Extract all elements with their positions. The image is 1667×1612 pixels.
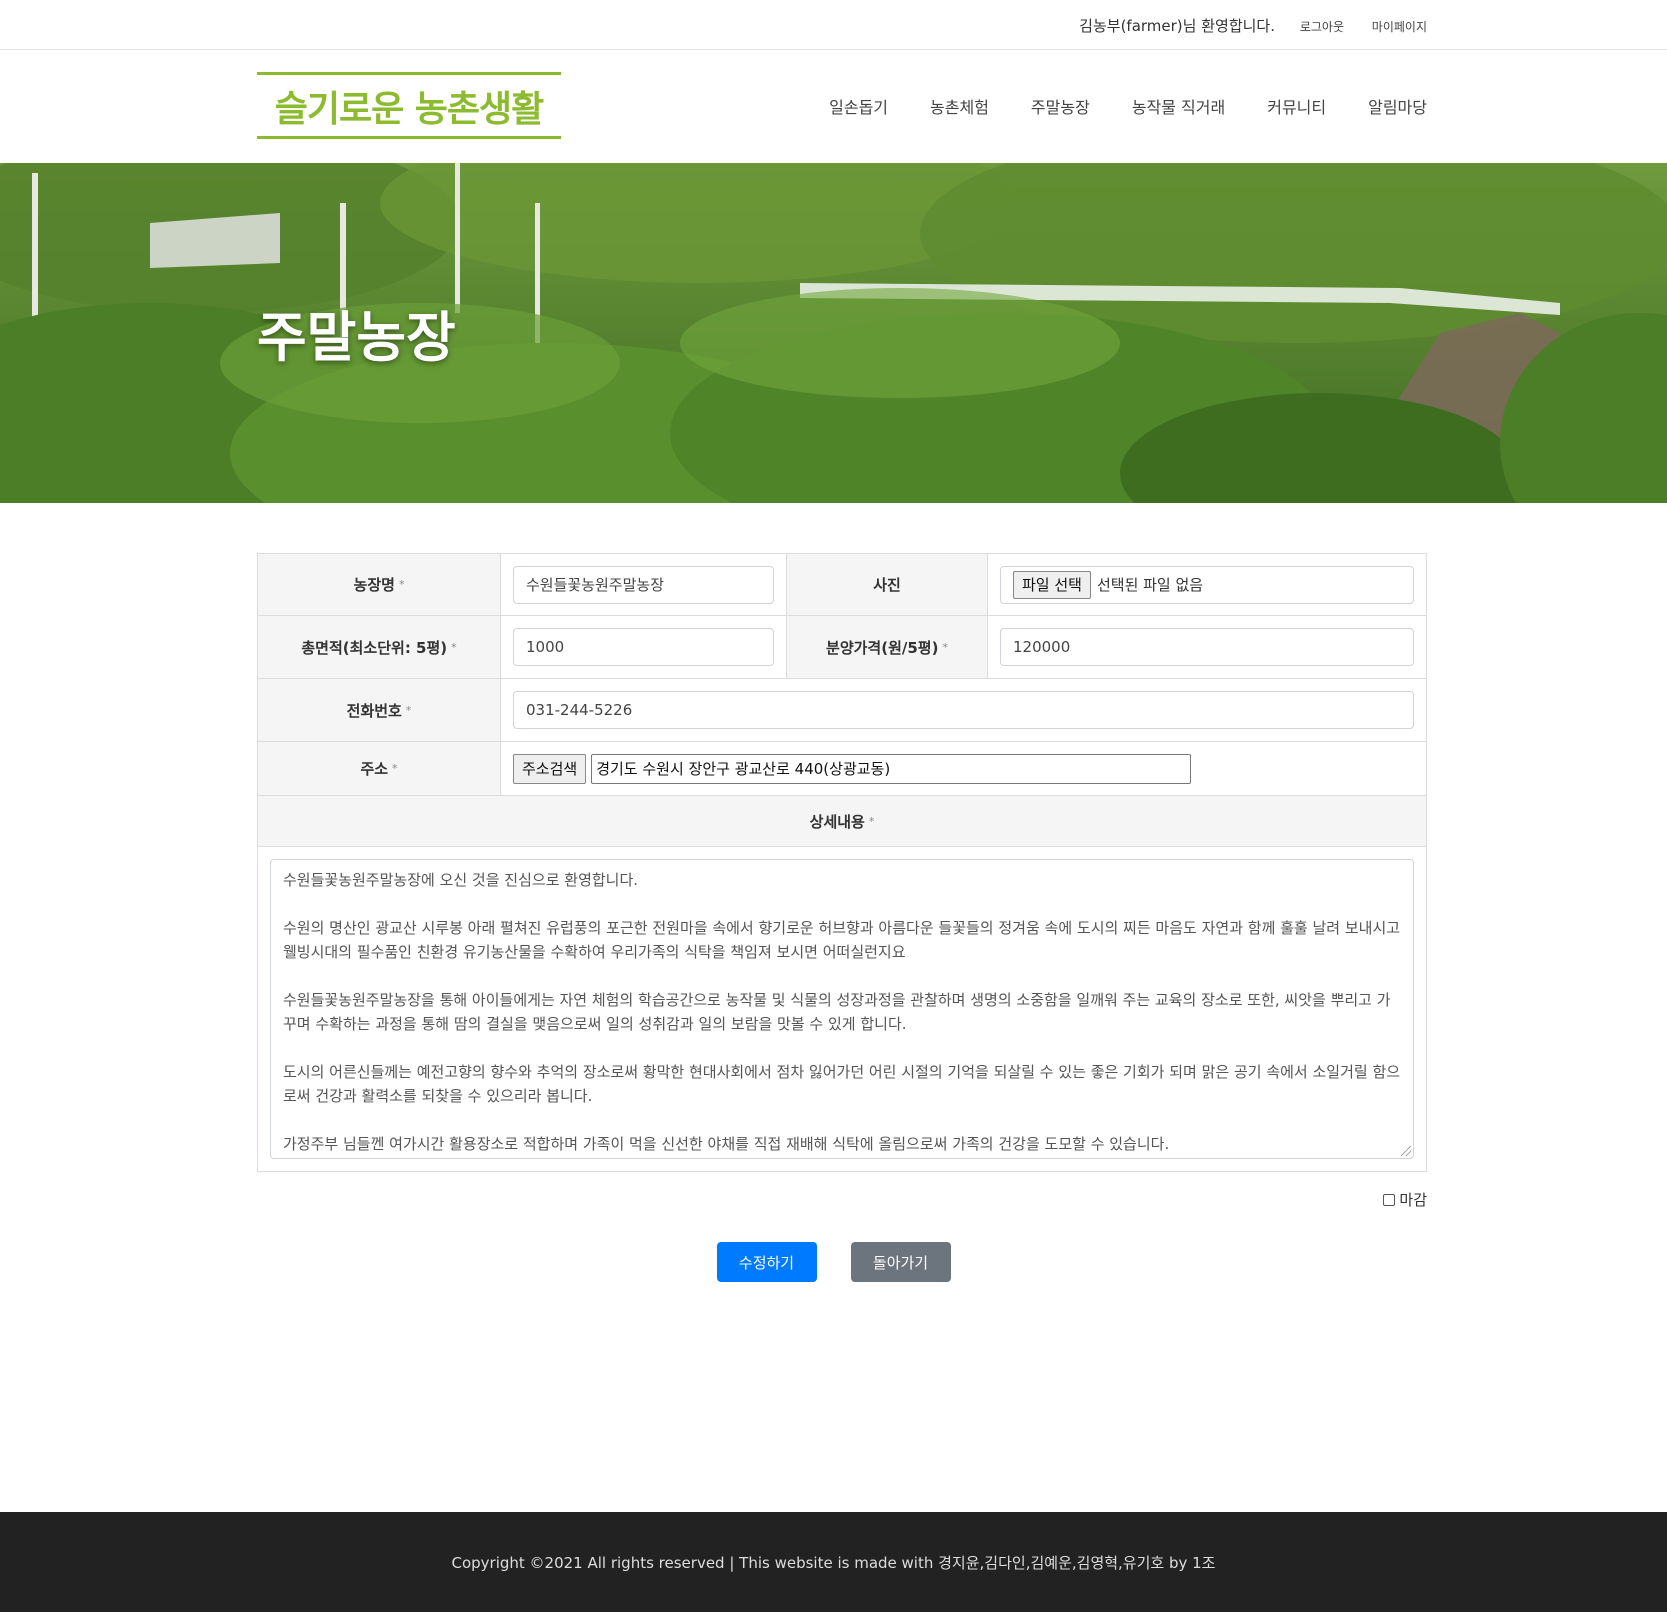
phone-cell: 031-244-5226 [501, 679, 1426, 741]
submit-button[interactable]: 수정하기 [716, 1242, 817, 1282]
logout-link[interactable]: 로그아웃 [1300, 18, 1344, 35]
area-label: 총면적(최소단위: 5평) * [258, 616, 501, 678]
back-button[interactable]: 돌아가기 [850, 1242, 951, 1282]
site-logo[interactable]: 슬기로운 농촌생활 [257, 72, 561, 139]
price-cell: 120000 [988, 616, 1426, 678]
photo-file-input: 파일 선택 선택된 파일 없음 [1000, 565, 1414, 604]
price-input[interactable]: 120000 [1000, 628, 1414, 666]
mypage-link[interactable]: 마이페이지 [1372, 18, 1427, 35]
form-row-name-photo: 농장명 * 수원들꽃농원주말농장 사진 파일 선택 선택된 파일 없음 [258, 554, 1426, 616]
form-row-detail-head: 상세내용 * [258, 796, 1426, 847]
area-input[interactable]: 1000 [513, 628, 774, 666]
required-mark: * [451, 640, 457, 654]
nav-item-experience[interactable]: 농촌체험 [930, 94, 989, 118]
footer-copyright: Copyright ©2021 All rights reserved | Th… [451, 1553, 1216, 1572]
form-row-area-price: 총면적(최소단위: 5평) * 1000 분양가격(원/5평) * 120000 [258, 616, 1426, 679]
photo-label: 사진 [787, 554, 988, 615]
required-mark: * [398, 578, 405, 591]
required-mark: * [392, 762, 398, 775]
required-mark: * [868, 814, 875, 828]
nav-item-community[interactable]: 커뮤니티 [1267, 94, 1326, 118]
required-mark: * [405, 703, 412, 717]
closing-label: 마감 [1399, 1191, 1427, 1209]
hero-farm-image [0, 163, 1667, 503]
main-navigation: 일손돕기 농촌체험 주말농장 농작물 직거래 커뮤니티 알림마당 [829, 94, 1427, 118]
area-cell: 1000 [501, 616, 787, 678]
hero-banner: 주말농장 [0, 163, 1667, 503]
nav-item-weekend-farm[interactable]: 주말농장 [1031, 94, 1090, 118]
address-search-button[interactable]: 주소검색 [513, 753, 587, 784]
phone-input[interactable]: 031-244-5226 [513, 691, 1414, 729]
nav-item-help[interactable]: 일손돕기 [829, 94, 888, 118]
phone-label-text: 전화번호 [346, 701, 402, 720]
file-select-button[interactable]: 파일 선택 [1013, 570, 1091, 599]
resize-grip-icon[interactable] [1401, 1146, 1411, 1156]
closing-checkbox-group[interactable]: 마감 [1383, 1189, 1427, 1210]
detail-paragraph: 수원들꽃농원주말농장에 오신 것을 진심으로 환영합니다. [283, 871, 639, 889]
nav-item-direct-trade[interactable]: 농작물 직거래 [1132, 94, 1225, 118]
farm-name-input[interactable]: 수원들꽃농원주말농장 [513, 565, 774, 604]
top-utility-bar: 김농부(farmer)님 환영합니다. 로그아웃 마이페이지 [0, 0, 1667, 50]
required-mark: * [942, 640, 948, 654]
address-label: 주소 * [258, 742, 501, 795]
closing-checkbox[interactable] [1383, 1193, 1396, 1206]
farm-name-label: 농장명 * [258, 554, 501, 615]
site-footer: Copyright ©2021 All rights reserved | Th… [0, 1512, 1667, 1612]
detail-label-text: 상세내용 [809, 812, 865, 831]
form-actions: 수정하기 돌아가기 [0, 1242, 1667, 1282]
phone-label: 전화번호 * [258, 679, 501, 741]
form-row-address: 주소 * 주소검색 경기도 수원시 장안구 광교산로 440(상광교동) [258, 742, 1426, 796]
address-input[interactable]: 경기도 수원시 장안구 광교산로 440(상광교동) [591, 753, 1192, 784]
nav-item-notice[interactable]: 알림마당 [1368, 94, 1427, 118]
detail-paragraph: 도시의 어른신들께는 예전고향의 향수와 추억의 장소로써 황막한 현대사회에서… [283, 1063, 1401, 1105]
detail-paragraph: 가정주부 님들껜 여가시간 활용장소로 적합하며 가족이 먹을 신선한 야채를 … [283, 1135, 1170, 1153]
logo-text: 슬기로운 농촌생활 [274, 88, 544, 130]
address-cell: 주소검색 경기도 수원시 장안구 광교산로 440(상광교동) [501, 742, 1426, 795]
farm-edit-form: 농장명 * 수원들꽃농원주말농장 사진 파일 선택 선택된 파일 없음 총면적(최… [257, 553, 1427, 1172]
site-header: 슬기로운 농촌생활 일손돕기 농촌체험 주말농장 농작물 직거래 커뮤니티 알림… [0, 50, 1667, 163]
detail-cell: 수원들꽃농원주말농장에 오신 것을 진심으로 환영합니다. 수원의 명산인 광교… [258, 847, 1426, 1171]
detail-paragraph: 수원의 명산인 광교산 시루봉 아래 펼쳐진 유럽풍의 포근한 전원마을 속에서… [283, 919, 1401, 961]
detail-textarea[interactable]: 수원들꽃농원주말농장에 오신 것을 진심으로 환영합니다. 수원의 명산인 광교… [270, 859, 1414, 1159]
form-row-detail-body: 수원들꽃농원주말농장에 오신 것을 진심으로 환영합니다. 수원의 명산인 광교… [258, 847, 1426, 1171]
detail-paragraph: 수원들꽃농원주말농장을 통해 아이들에게는 자연 체험의 학습공간으로 농작물 … [283, 991, 1391, 1033]
farm-name-cell: 수원들꽃농원주말농장 [501, 554, 787, 615]
page-title: 주말농장 [257, 306, 456, 369]
price-label: 분양가격(원/5평) * [787, 616, 988, 678]
photo-cell: 파일 선택 선택된 파일 없음 [988, 554, 1426, 615]
area-label-text: 총면적(최소단위: 5평) [301, 638, 448, 657]
price-label-text: 분양가격(원/5평) [826, 638, 939, 657]
farm-name-label-text: 농장명 [353, 576, 395, 594]
welcome-message: 김농부(farmer)님 환영합니다. [1079, 17, 1275, 35]
file-status: 선택된 파일 없음 [1096, 576, 1204, 594]
photo-label-text: 사진 [873, 576, 901, 594]
detail-label: 상세내용 * [258, 796, 1426, 846]
address-label-text: 주소 [360, 760, 389, 778]
form-row-phone: 전화번호 * 031-244-5226 [258, 679, 1426, 742]
